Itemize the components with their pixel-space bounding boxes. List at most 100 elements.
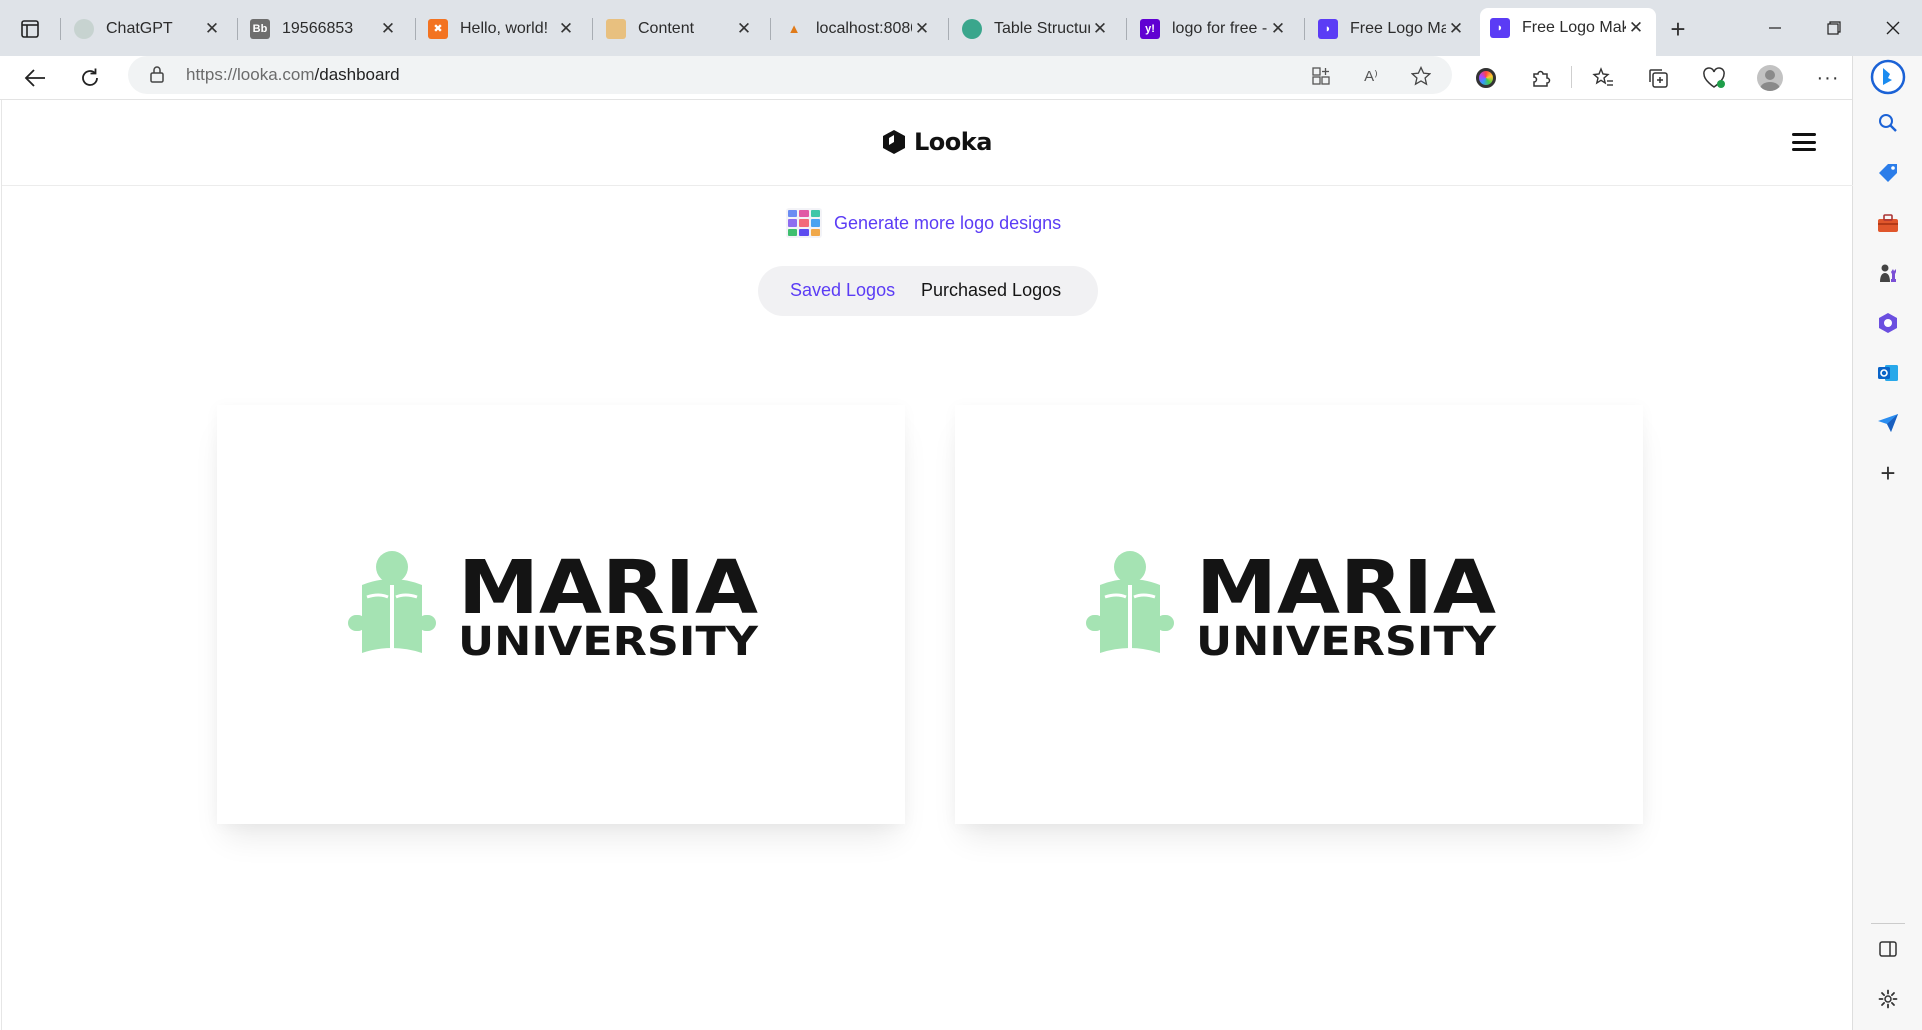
settings-more-button[interactable]: ··· — [1810, 60, 1846, 96]
close-icon[interactable]: ✕ — [1090, 19, 1110, 39]
profile-button[interactable] — [1752, 60, 1788, 96]
looka-icon: ◗ — [1318, 18, 1338, 39]
browser-essentials-button[interactable] — [1696, 60, 1732, 96]
tools-sidebar-button[interactable] — [1873, 208, 1903, 238]
tab-table-structure[interactable]: Table Structure ✕ — [952, 10, 1120, 47]
url-text: https://looka.com/dashboard — [186, 65, 400, 84]
tab-content[interactable]: Content ✕ — [596, 10, 764, 47]
sidebar-divider — [1871, 923, 1905, 924]
menu-button[interactable] — [1792, 133, 1816, 151]
tab-separator — [415, 18, 416, 40]
bing-copilot-button[interactable] — [1869, 58, 1907, 96]
looka-logo-link[interactable]: Looka — [882, 128, 992, 156]
outlook-icon — [1878, 365, 1898, 381]
collections-icon — [1649, 69, 1668, 88]
tab-chatgpt[interactable]: ChatGPT ✕ — [64, 10, 232, 47]
close-icon[interactable]: ✕ — [912, 19, 932, 39]
close-icon[interactable]: ✕ — [202, 19, 222, 39]
paper-plane-icon — [1878, 414, 1898, 432]
tab-separator — [1126, 18, 1127, 40]
plus-icon: + — [1670, 13, 1686, 44]
back-button[interactable] — [17, 60, 53, 96]
tab-separator — [60, 18, 61, 40]
tag-icon — [1879, 164, 1897, 182]
tab-blackboard[interactable]: Bb 19566853 ✕ — [240, 10, 408, 47]
close-icon[interactable]: ✕ — [1626, 18, 1646, 38]
color-extension-button[interactable] — [1468, 60, 1504, 96]
content-icon — [606, 18, 626, 39]
logo-card[interactable]: MARIA UNIVERSITY — [217, 405, 905, 824]
reading-person-icon — [348, 551, 436, 653]
refresh-button[interactable] — [72, 60, 108, 96]
search-icon — [1879, 114, 1897, 132]
close-icon[interactable]: ✕ — [734, 19, 754, 39]
tab-separator — [770, 18, 771, 40]
add-sidebar-button[interactable]: + — [1873, 458, 1903, 488]
outlook-sidebar-button[interactable] — [1873, 358, 1903, 388]
search-sidebar-button[interactable] — [1873, 108, 1903, 138]
extensions-button[interactable] — [1523, 60, 1559, 96]
tab-separator — [237, 18, 238, 40]
heart-pulse-icon — [1703, 67, 1725, 88]
address-bar[interactable]: https://looka.com/dashboard A⁾ — [128, 56, 1452, 94]
tab-separator — [592, 18, 593, 40]
tab-actions-button[interactable] — [8, 14, 52, 44]
minimize-button[interactable] — [1752, 14, 1798, 42]
logo-tabs: Saved Logos Purchased Logos — [758, 266, 1098, 316]
avatar-icon — [1757, 65, 1783, 91]
gear-icon — [1878, 989, 1898, 1009]
collections-button[interactable] — [1640, 60, 1676, 96]
new-tab-button[interactable]: + — [1661, 13, 1695, 44]
generate-more-link[interactable]: Generate more logo designs — [786, 208, 1061, 238]
close-window-button[interactable] — [1870, 14, 1916, 42]
tab-hello-world[interactable]: ✖ Hello, world! ✕ — [418, 10, 586, 47]
microsoft-365-sidebar-button[interactable] — [1873, 308, 1903, 338]
close-icon[interactable]: ✕ — [556, 19, 576, 39]
restore-icon — [1827, 21, 1841, 35]
tab-saved-logos[interactable]: Saved Logos — [790, 280, 895, 301]
edge-sidebar: + — [1852, 56, 1922, 1030]
games-sidebar-button[interactable] — [1873, 258, 1903, 288]
tab-separator — [948, 18, 949, 40]
chatgpt-icon — [74, 18, 94, 39]
looka-mark-icon — [883, 130, 905, 154]
logo-grid-icon — [786, 208, 822, 238]
site-header: Looka — [2, 100, 1853, 186]
favorite-star-icon[interactable] — [1408, 63, 1434, 89]
close-icon[interactable]: ✕ — [378, 19, 398, 39]
lock-icon — [150, 65, 164, 88]
plus-icon: + — [1880, 457, 1896, 488]
yahoo-icon: y! — [1140, 18, 1160, 39]
close-icon[interactable]: ✕ — [1446, 19, 1466, 39]
back-arrow-icon — [24, 69, 45, 87]
tab-looka-1[interactable]: ◗ Free Logo Mak ✕ — [1308, 10, 1476, 47]
browser-toolbar: https://looka.com/dashboard A⁾ ··· — [0, 56, 1922, 100]
maria-university-logo: MARIA UNIVERSITY — [348, 545, 759, 665]
read-aloud-icon[interactable]: A⁾ — [1358, 63, 1384, 89]
hide-sidebar-button[interactable] — [1873, 934, 1903, 964]
favorites-button[interactable] — [1585, 60, 1621, 96]
puzzle-icon — [1533, 70, 1551, 87]
minimize-icon — [1769, 27, 1781, 29]
xampp-icon: ✖ — [428, 18, 448, 39]
send-sidebar-button[interactable] — [1873, 408, 1903, 438]
app-available-icon[interactable] — [1308, 63, 1334, 89]
shopping-sidebar-button[interactable] — [1873, 158, 1903, 188]
tab-localhost[interactable]: ▲ localhost:8080 ✕ — [774, 10, 942, 47]
tab-purchased-logos[interactable]: Purchased Logos — [921, 280, 1061, 301]
tab-strip: ChatGPT ✕ Bb 19566853 ✕ ✖ Hello, world! … — [0, 0, 1922, 56]
sidebar-settings-button[interactable] — [1873, 984, 1903, 1014]
logo-card[interactable]: MARIA UNIVERSITY — [955, 405, 1643, 824]
close-icon[interactable]: ✕ — [1268, 19, 1288, 39]
hamburger-icon — [1792, 133, 1816, 136]
chatgpt-icon — [962, 18, 982, 39]
toolbox-icon — [1878, 214, 1898, 232]
page-content: Looka Generate more logo designs Saved L… — [1, 100, 1853, 1030]
tab-actions-icon — [21, 20, 39, 38]
tab-looka-active[interactable]: ◗ Free Logo Mak ✕ — [1480, 8, 1656, 56]
reading-person-icon — [1086, 551, 1174, 653]
bing-icon — [1870, 59, 1906, 95]
tab-yahoo[interactable]: y! logo for free - ✕ — [1130, 10, 1298, 47]
sidebar-panel-icon — [1879, 941, 1897, 957]
restore-button[interactable] — [1811, 14, 1857, 42]
